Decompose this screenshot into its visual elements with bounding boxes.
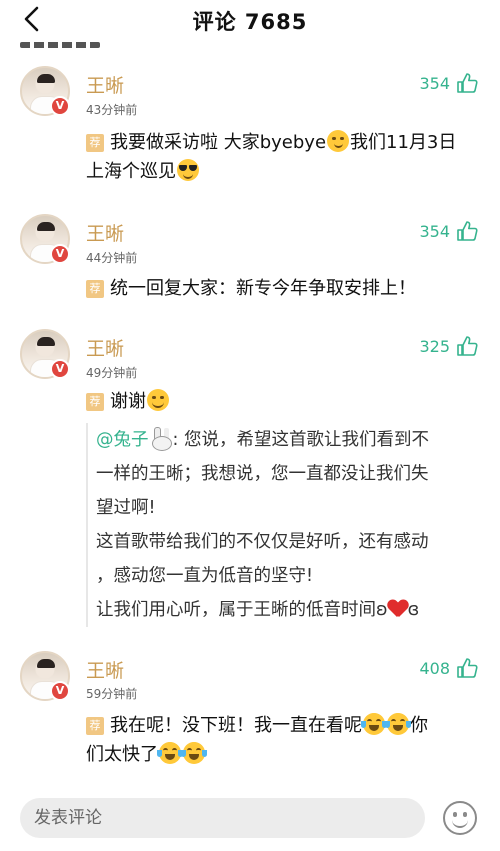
verified-badge-icon: V (50, 244, 70, 264)
top-bar: 评论 7685 (0, 0, 500, 40)
cropped-text-fragment (20, 36, 110, 48)
red-heart-emoji-icon (388, 600, 408, 618)
comment-text-part: 我在呢！没下班！我一直在看呢 (110, 715, 362, 736)
thumbs-up-icon (457, 658, 478, 678)
comment-username[interactable]: 王晰 (86, 71, 124, 98)
comment-text: 荐统一回复大家：新专今年争取安排上！ (86, 274, 486, 303)
quote-text-part: 一样的王晰；我想说，您一直都没让我们失 (96, 464, 429, 484)
comment-text-part: 我们11月3日 (350, 132, 457, 153)
like-count: 408 (419, 658, 450, 678)
like-button[interactable]: 354 (419, 219, 478, 243)
comment-text-part: 你 (410, 715, 428, 736)
comment-username[interactable]: 王晰 (86, 334, 124, 361)
comment-username[interactable]: 王晰 (86, 219, 124, 246)
comment-composer (0, 786, 500, 851)
verified-badge-icon: V (50, 359, 70, 379)
quote-text-part: 望过啊! (96, 498, 156, 518)
thumbs-up-icon (457, 221, 478, 241)
recommended-tag: 荐 (86, 134, 104, 152)
like-button[interactable]: 325 (419, 334, 478, 358)
smirk-emoji-icon (327, 130, 350, 152)
comment-text: 荐我要做采访啦 大家byebye 我们11月3日 上海个巡见 (86, 128, 486, 186)
verified-badge-icon: V (50, 681, 70, 701)
comment-input[interactable] (20, 798, 425, 838)
recommended-tag: 荐 (86, 717, 104, 735)
comment-username[interactable]: 王晰 (86, 656, 124, 683)
comment-time: 43分钟前 (86, 103, 138, 117)
like-button[interactable]: 408 (419, 656, 478, 680)
quote-text-part: ，感动您一直为低音的坚守! (96, 566, 314, 586)
rabbit-emoji-icon (149, 427, 173, 451)
comment-time: 49分钟前 (86, 366, 138, 380)
verified-badge-icon: V (50, 96, 70, 116)
comment-time: 44分钟前 (86, 251, 138, 265)
comment-text: 荐谢谢 (86, 387, 486, 416)
recommended-tag: 荐 (86, 393, 104, 411)
tears-of-joy-emoji-icon (385, 713, 411, 735)
tears-of-joy-emoji-icon (157, 742, 183, 764)
comment-text-part: 谢谢 (110, 391, 146, 412)
comment-text-part: 上海个巡见 (86, 161, 176, 182)
comment-text-part: 统一回复大家：新专今年争取安排上！ (110, 278, 416, 299)
smile-emoji-icon (147, 389, 169, 411)
like-count: 325 (419, 336, 450, 356)
quote-text-part: 让我们用心听，属于王晰的低音时间 (96, 600, 376, 620)
recommended-tag: 荐 (86, 280, 104, 298)
sunglasses-emoji-icon (177, 159, 199, 181)
like-count: 354 (419, 221, 450, 241)
tears-of-joy-emoji-icon (181, 742, 207, 764)
comment-text: 荐我在呢！没下班！我一直在看呢 你 们太快了 (86, 711, 486, 769)
page-title: 评论 7685 (192, 10, 308, 34)
thumbs-up-icon (457, 336, 478, 356)
quoted-reply: @兔子: 您说，希望这首歌让我们看到不 一样的王晰；我想说，您一直都没让我们失 … (86, 423, 486, 627)
thumbs-up-icon (457, 73, 478, 93)
smiley-face-icon[interactable] (443, 801, 477, 835)
comment-text-part: 我要做采访啦 大家byebye (110, 132, 327, 153)
comment-text-part: 们太快了 (86, 744, 158, 765)
quote-text-part: ɞ (407, 600, 420, 620)
quote-text-part: ʚ (376, 600, 388, 620)
mention-link[interactable]: @兔子 (96, 430, 149, 450)
like-button[interactable]: 354 (419, 71, 478, 95)
like-count: 354 (419, 73, 450, 93)
quote-text-part: 这首歌带给我们的不仅仅是好听，还有感动 (96, 532, 429, 552)
comment-time: 59分钟前 (86, 687, 138, 701)
tears-of-joy-emoji-icon (361, 713, 387, 735)
quote-text-part: : 您说，希望这首歌让我们看到不 (172, 430, 429, 450)
